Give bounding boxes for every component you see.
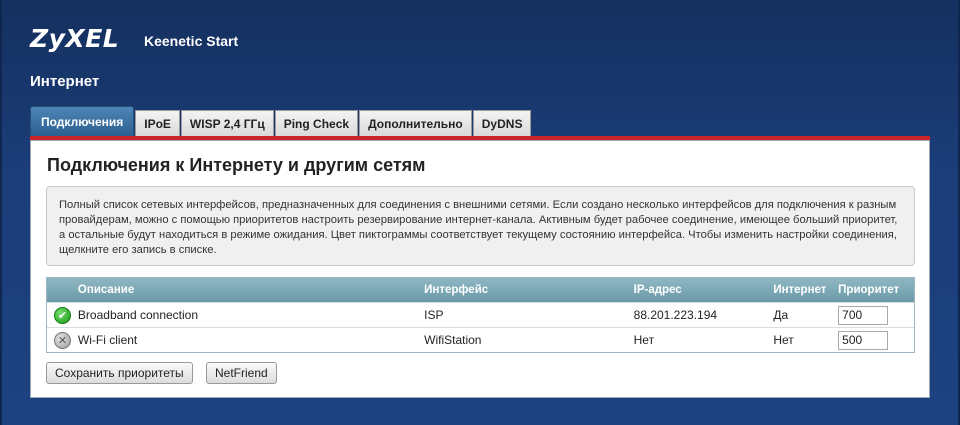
section-title: Интернет [30,73,100,90]
header-ip: IP-адрес [633,284,682,296]
header-description: Описание [77,284,135,296]
row-description: Wi-Fi client [77,333,138,347]
model-name: Keenetic Start [144,33,239,49]
panel-title: Подключения к Интернету и другим сетям [47,155,426,175]
priority-input[interactable] [838,330,889,350]
row-interface: ISP [424,308,444,322]
header-internet: Интернет [773,284,827,296]
row-internet: Нет [773,333,794,347]
tab-additional[interactable]: Дополнительно [359,110,472,136]
tab-ping-check[interactable]: Ping Check [274,110,359,136]
tab-connections[interactable]: Подключения [30,106,135,136]
netfriend-button[interactable]: NetFriend [206,362,277,384]
row-ip: 88.201.223.194 [633,308,718,322]
row-ip: Нет [633,333,655,347]
tab-dydns[interactable]: DyDNS [472,110,532,136]
tab-wisp[interactable]: WISP 2,4 ГГц [180,110,274,136]
connections-table: Описание Интерфейс IP-адрес Интернет При… [46,277,915,353]
connections-panel: Подключения к Интернету и другим сетям П… [30,140,930,398]
table-header: Описание Интерфейс IP-адрес Интернет При… [47,278,914,302]
row-interface: WifiStation [424,333,482,347]
table-row[interactable]: ✕ Wi-Fi client WifiStation Нет Нет [47,327,914,352]
x-circle-icon: ✕ [53,331,71,349]
row-internet: Да [773,308,789,322]
check-circle-icon: ✔ [53,306,71,324]
priority-input[interactable] [838,305,889,325]
table-row[interactable]: ✔ Broadband connection ISP 88.201.223.19… [47,302,914,327]
info-box: Полный список сетевых интерфейсов, предн… [46,186,915,266]
row-description: Broadband connection [77,308,199,322]
tab-ipoe[interactable]: IPoE [135,110,180,136]
save-priorities-button[interactable]: Сохранить приоритеты [46,362,193,384]
zyxel-logo: ZyXEL [30,24,120,53]
tab-bar: Подключения IPoE WISP 2,4 ГГц Ping Check… [30,106,532,136]
header-priority: Приоритет [838,284,900,296]
header-interface: Интерфейс [424,284,489,296]
